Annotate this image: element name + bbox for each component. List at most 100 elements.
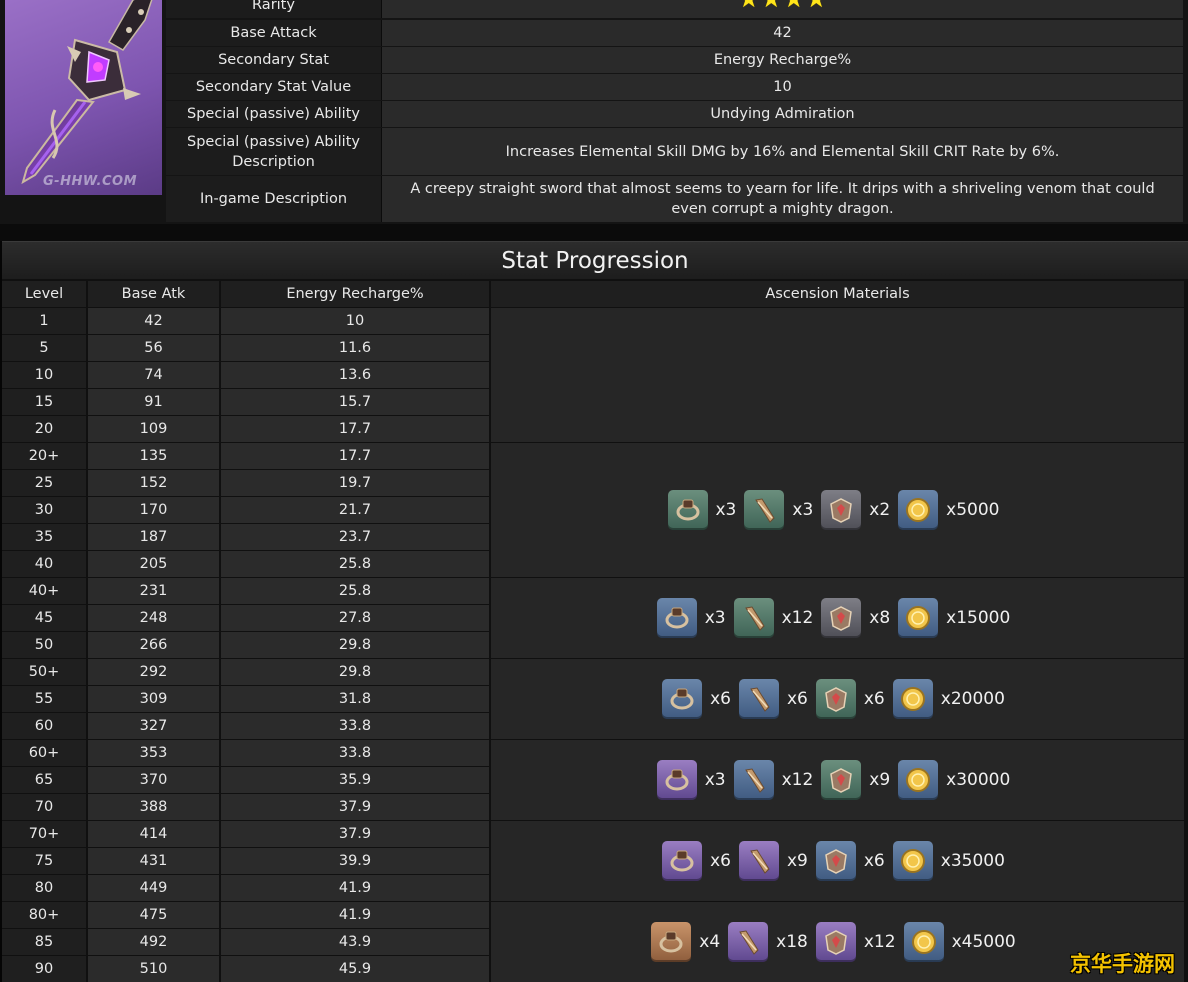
material-count: x8 — [869, 608, 891, 628]
mora-coin-icon[interactable] — [898, 598, 939, 638]
column-header-level: Level — [2, 281, 86, 307]
info-label: Secondary Stat — [166, 47, 382, 73]
insignia-material-icon[interactable] — [815, 922, 856, 962]
material-count: x3 — [792, 500, 814, 520]
info-value: Undying Admiration — [382, 101, 1183, 127]
level-cell: 60+ — [2, 740, 86, 766]
material-count: x3 — [704, 608, 726, 628]
base-atk-cell: 370 — [88, 767, 219, 793]
level-cell: 20 — [2, 416, 86, 442]
material-item[interactable]: x20000 — [892, 679, 1005, 719]
ascension-materials-cell: x3 x3 x2 x5000 — [491, 443, 1184, 577]
base-atk-cell: 309 — [88, 686, 219, 712]
level-cell: 85 — [2, 929, 86, 955]
material-count: x2 — [869, 500, 891, 520]
ring-material-icon[interactable] — [662, 841, 703, 881]
base-atk-cell: 152 — [88, 470, 219, 496]
material-item[interactable]: x45000 — [903, 922, 1016, 962]
star-icon: ★ — [760, 0, 782, 11]
material-item[interactable]: x12 — [733, 598, 813, 638]
material-item[interactable]: x2 — [821, 490, 890, 530]
base-atk-cell: 388 — [88, 794, 219, 820]
mora-coin-icon[interactable] — [898, 490, 939, 530]
material-item[interactable]: x6 — [815, 679, 885, 719]
table-row: 35 187 23.7 — [2, 524, 491, 551]
table-row: 60+ 353 33.8 — [2, 740, 491, 767]
insignia-material-icon[interactable] — [821, 760, 862, 800]
energy-recharge-cell: 11.6 — [221, 335, 489, 361]
site-watermark: 京华手游网 — [1070, 952, 1175, 976]
horn-material-icon[interactable] — [733, 598, 774, 638]
material-item[interactable]: x3 — [656, 760, 726, 800]
material-item[interactable]: x6 — [662, 679, 731, 719]
material-item[interactable]: x3 — [667, 490, 736, 530]
table-row: 90 510 45.9 — [2, 956, 491, 982]
material-item[interactable]: x12 — [815, 922, 896, 962]
energy-recharge-cell: 15.7 — [221, 389, 489, 415]
material-item[interactable]: x4 — [651, 922, 720, 962]
ring-material-icon[interactable] — [662, 679, 703, 719]
ring-material-icon[interactable] — [656, 760, 697, 800]
ring-material-icon[interactable] — [656, 598, 697, 638]
mora-coin-icon[interactable] — [903, 922, 944, 962]
material-item[interactable]: x12 — [733, 760, 813, 800]
base-atk-cell: 187 — [88, 524, 219, 550]
energy-recharge-cell: 25.8 — [221, 551, 489, 577]
insignia-material-icon[interactable] — [815, 841, 856, 881]
level-cell: 40+ — [2, 578, 86, 604]
base-atk-cell: 492 — [88, 929, 219, 955]
material-item[interactable]: x8 — [821, 598, 890, 638]
material-count: x9 — [869, 770, 891, 790]
horn-material-icon[interactable] — [738, 841, 779, 881]
weapon-image: G-HHW.COM — [5, 0, 162, 195]
energy-recharge-cell: 23.7 — [221, 524, 489, 550]
insignia-material-icon[interactable] — [821, 598, 862, 638]
material-item[interactable]: x6 — [662, 841, 731, 881]
ascension-empty-cell — [491, 308, 1184, 442]
material-item[interactable]: x3 — [744, 490, 813, 530]
horn-material-icon[interactable] — [744, 490, 785, 530]
info-value: 10 — [382, 74, 1183, 100]
info-label: Special (passive) Ability Description — [166, 128, 382, 175]
horn-material-icon[interactable] — [738, 679, 779, 719]
table-row: 40 205 25.8 — [2, 551, 491, 578]
energy-recharge-cell: 41.9 — [221, 875, 489, 901]
table-body: 1 42 10 5 56 11.6 10 74 13.6 15 91 15.7 20 109 17.7 20+… — [2, 308, 491, 982]
table-row: 50 266 29.8 — [2, 632, 491, 659]
ring-material-icon[interactable] — [651, 922, 692, 962]
base-atk-cell: 510 — [88, 956, 219, 982]
weapon-info-panel: G-HHW.COM Rarity ★★★★ Base Attack 42 Sec… — [0, 0, 1188, 224]
material-count: x6 — [786, 689, 808, 709]
material-item[interactable]: x6 — [738, 679, 808, 719]
star-icon: ★ — [783, 0, 805, 11]
material-item[interactable]: x3 — [656, 598, 726, 638]
material-item[interactable]: x30000 — [898, 760, 1010, 800]
material-item[interactable]: x9 — [738, 841, 808, 881]
info-label: Secondary Stat Value — [166, 74, 382, 100]
base-atk-cell: 327 — [88, 713, 219, 739]
horn-material-icon[interactable] — [733, 760, 774, 800]
material-item[interactable]: x35000 — [892, 841, 1005, 881]
material-item[interactable]: x5000 — [898, 490, 1000, 530]
material-item[interactable]: x15000 — [898, 598, 1010, 638]
mora-coin-icon[interactable] — [892, 841, 933, 881]
rarity-value: ★★★★ — [382, 0, 1183, 18]
material-count: x12 — [863, 932, 896, 952]
material-count: x5000 — [946, 500, 1000, 520]
base-atk-cell: 74 — [88, 362, 219, 388]
mora-coin-icon[interactable] — [898, 760, 939, 800]
energy-recharge-cell: 19.7 — [221, 470, 489, 496]
horn-material-icon[interactable] — [728, 922, 769, 962]
material-item[interactable]: x18 — [728, 922, 808, 962]
material-item[interactable]: x9 — [821, 760, 890, 800]
insignia-material-icon[interactable] — [815, 679, 856, 719]
energy-recharge-cell: 17.7 — [221, 416, 489, 442]
ring-material-icon[interactable] — [667, 490, 708, 530]
column-header-ascension-materials: Ascension Materials — [491, 281, 1184, 307]
material-item[interactable]: x6 — [815, 841, 885, 881]
level-cell: 50+ — [2, 659, 86, 685]
mora-coin-icon[interactable] — [892, 679, 933, 719]
table-row: 70+ 414 37.9 — [2, 821, 491, 848]
table-row: 80 449 41.9 — [2, 875, 491, 902]
insignia-material-icon[interactable] — [821, 490, 862, 530]
